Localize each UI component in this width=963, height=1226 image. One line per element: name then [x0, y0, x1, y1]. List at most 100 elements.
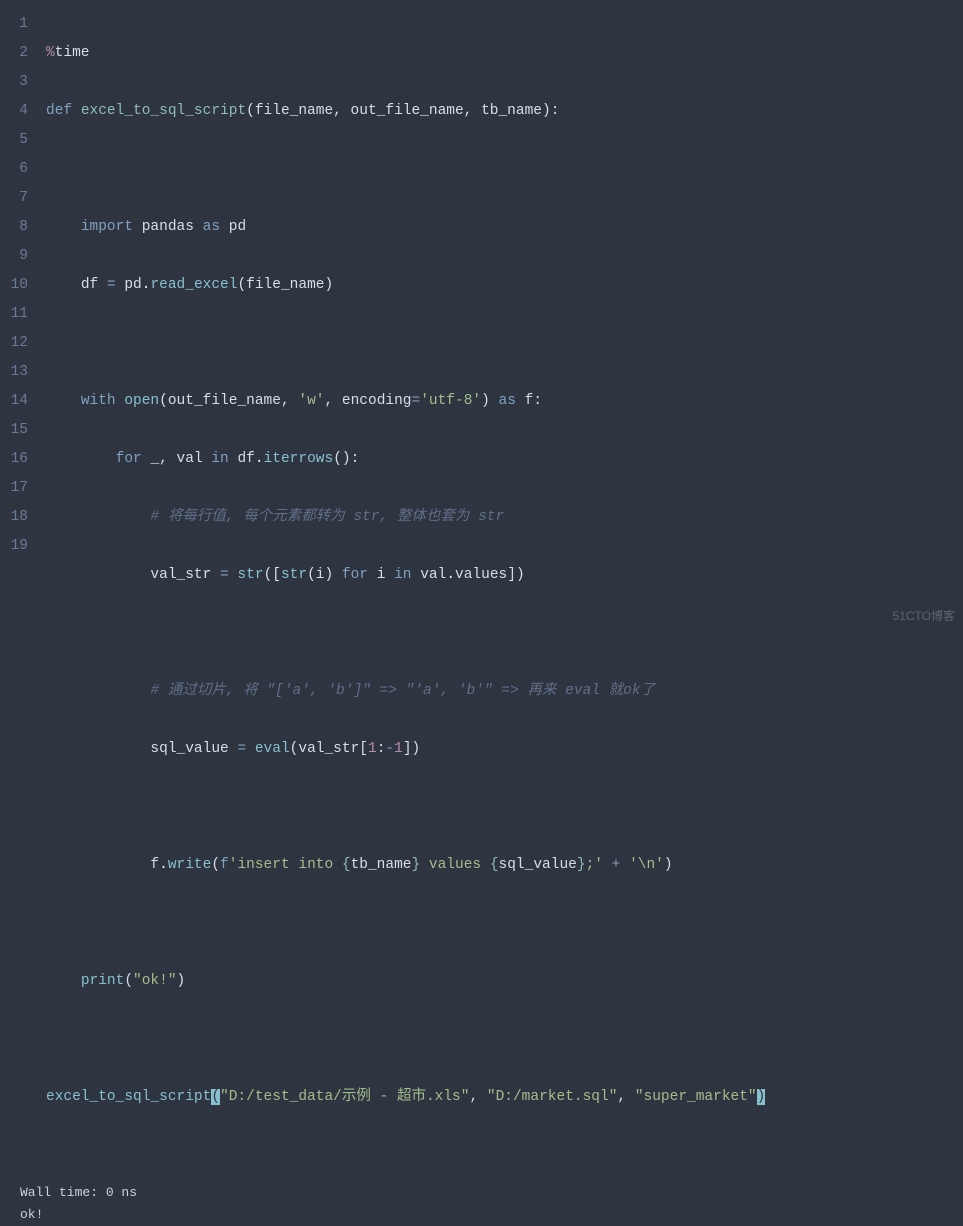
- paren: ():: [333, 451, 359, 467]
- def-name: excel_to_sql_script: [81, 103, 246, 119]
- kw-in: in: [211, 451, 228, 467]
- bracket: ([: [264, 567, 281, 583]
- code-area[interactable]: %time def excel_to_sql_script(file_name,…: [40, 0, 963, 1170]
- fn-str: str: [281, 567, 307, 583]
- var-sqlvalue: sql_value: [150, 741, 228, 757]
- interp-tbname: tb_name: [351, 857, 412, 873]
- bracket-match-close: ): [757, 1089, 766, 1105]
- kw-for: for: [116, 451, 142, 467]
- paren: (i): [307, 567, 333, 583]
- paren: ): [664, 857, 673, 873]
- fstr-part: 'insert into: [229, 857, 342, 873]
- f-prefix: f: [220, 857, 229, 873]
- line-number: 6: [0, 155, 28, 184]
- kw-import: import: [81, 219, 133, 235]
- kw-with: with: [81, 393, 116, 409]
- line-number: 4: [0, 97, 28, 126]
- paren: (: [211, 857, 220, 873]
- fstr-part: values: [420, 857, 490, 873]
- ref-pd: pd: [124, 277, 141, 293]
- fn-read-excel: read_excel: [150, 277, 237, 293]
- brace: {: [342, 857, 351, 873]
- args: , encoding: [324, 393, 411, 409]
- line-number: 5: [0, 126, 28, 155]
- line-number: 14: [0, 387, 28, 416]
- op-plus: +: [612, 857, 621, 873]
- line-number: 7: [0, 184, 28, 213]
- comma: ,: [469, 1089, 486, 1105]
- str-newline: '\n': [629, 857, 664, 873]
- args: (val_str[: [290, 741, 368, 757]
- fn-print: print: [81, 973, 125, 989]
- line-number: 9: [0, 242, 28, 271]
- kw-as: as: [203, 219, 220, 235]
- fn-open: open: [124, 393, 159, 409]
- line-number: 17: [0, 474, 28, 503]
- dot: .: [159, 857, 168, 873]
- params: (file_name, out_file_name, tb_name):: [246, 103, 559, 119]
- fn-eval: eval: [255, 741, 290, 757]
- bracket-match-open: (: [211, 1089, 220, 1105]
- str-arg3: "super_market": [635, 1089, 757, 1105]
- args: (out_file_name,: [159, 393, 298, 409]
- line-number: 16: [0, 445, 28, 474]
- output-line: Wall time: 0 ns: [20, 1182, 963, 1204]
- ref-df: df: [237, 451, 254, 467]
- brace: }: [577, 857, 586, 873]
- output-area: Wall time: 0 ns ok!: [0, 1170, 963, 1226]
- op-eq: =: [107, 277, 116, 293]
- line-number: 13: [0, 358, 28, 387]
- paren: ): [177, 973, 186, 989]
- op-eq: =: [412, 393, 421, 409]
- fn-str: str: [237, 567, 263, 583]
- str-utf8: 'utf-8': [420, 393, 481, 409]
- comment: # 将每行值, 每个元素都转为 str, 整体也套为 str: [150, 509, 504, 525]
- paren: ): [481, 393, 490, 409]
- var-i: i: [377, 567, 386, 583]
- line-number: 15: [0, 416, 28, 445]
- ref-f: f: [150, 857, 159, 873]
- ref-val: val: [420, 567, 446, 583]
- magic-percent: %: [46, 45, 55, 61]
- loop-vars: _, val: [150, 451, 202, 467]
- comma: ,: [617, 1089, 634, 1105]
- fstr-part: ;': [586, 857, 603, 873]
- line-number: 18: [0, 503, 28, 532]
- num-1: 1: [368, 741, 377, 757]
- dot: .: [255, 451, 264, 467]
- fn-call: excel_to_sql_script: [46, 1089, 211, 1105]
- line-number: 19: [0, 532, 28, 561]
- line-number: 10: [0, 271, 28, 300]
- kw-in: in: [394, 567, 411, 583]
- var-df: df: [81, 277, 98, 293]
- op-neg: -: [385, 741, 394, 757]
- kw-for: for: [342, 567, 368, 583]
- kw-as: as: [499, 393, 516, 409]
- str-arg1: "D:/test_data/示例 - 超市.xls": [220, 1089, 469, 1105]
- line-number: 1: [0, 10, 28, 39]
- line-gutter: 1 2 3 4 5 6 7 8 9 10 11 12 13 14 15 16 1…: [0, 0, 40, 1170]
- line-number: 11: [0, 300, 28, 329]
- line-number: 2: [0, 39, 28, 68]
- magic-time: time: [55, 45, 90, 61]
- op-eq: =: [237, 741, 246, 757]
- colon: :: [377, 741, 386, 757]
- str-ok: "ok!": [133, 973, 177, 989]
- op-eq: =: [220, 567, 229, 583]
- str-arg2: "D:/market.sql": [487, 1089, 618, 1105]
- mod-pandas: pandas: [142, 219, 194, 235]
- interp-sqlvalue: sql_value: [499, 857, 577, 873]
- args: (file_name): [237, 277, 333, 293]
- bracket: ]): [403, 741, 420, 757]
- attr-values: values]): [455, 567, 525, 583]
- line-number: 3: [0, 68, 28, 97]
- output-line: ok!: [20, 1204, 963, 1226]
- num-1: 1: [394, 741, 403, 757]
- dot: .: [446, 567, 455, 583]
- alias-pd: pd: [229, 219, 246, 235]
- kw-def: def: [46, 103, 72, 119]
- brace: }: [412, 857, 421, 873]
- paren: (: [124, 973, 133, 989]
- var-valstr: val_str: [150, 567, 211, 583]
- fn-write: write: [168, 857, 212, 873]
